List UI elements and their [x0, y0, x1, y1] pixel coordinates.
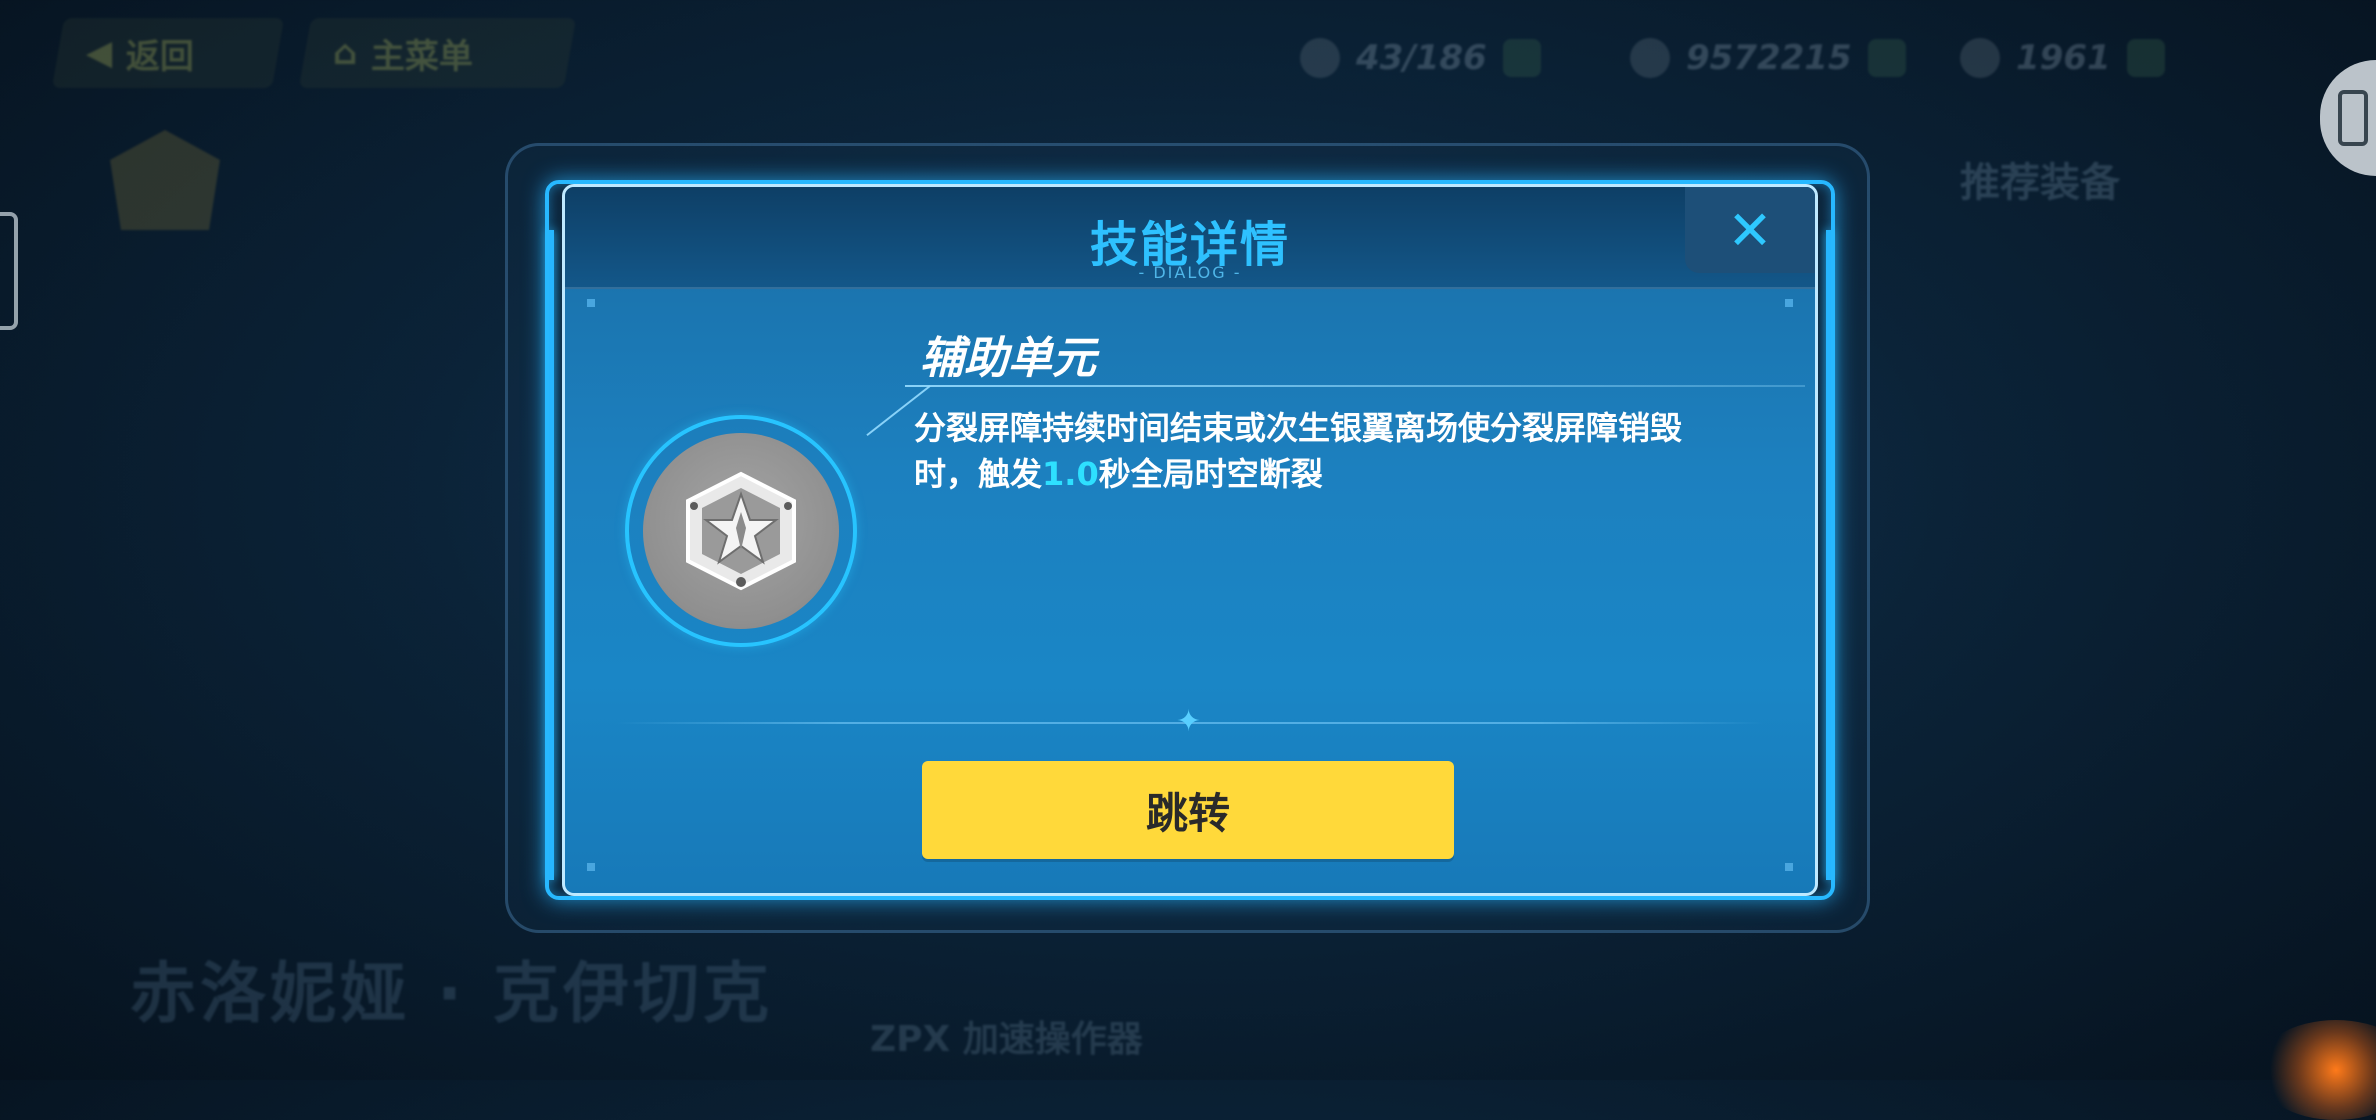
dialog-header: 技能详情 - DIALOG - ✕ [565, 187, 1815, 289]
corner-dot [587, 299, 595, 307]
home-icon: ⌂ [333, 33, 358, 73]
recommended-gear-title: 推荐装备 [1960, 160, 2120, 206]
close-button[interactable]: ✕ [1685, 187, 1815, 273]
close-icon: ✕ [1727, 198, 1773, 262]
crystal-icon [1960, 38, 2000, 78]
coin-icon [1630, 38, 1670, 78]
corner-dot [587, 863, 595, 871]
resource-stamina: 43/186 [1300, 30, 1541, 86]
corner-dot [1785, 299, 1793, 307]
skill-description: 分裂屏障持续时间结束或次生银翼离场使分裂屏障销毁时，触发1.0秒全局时空断裂 [914, 409, 1683, 493]
add-stamina-button[interactable] [1502, 39, 1541, 77]
decor-line [905, 385, 1805, 387]
shield-cube-icon [686, 471, 796, 591]
bottom-equipment-label: ZPX 加速操作器 [870, 1019, 1143, 1060]
character-name: 赤洛妮娅 · 克伊切克 [130, 955, 774, 1032]
sparkle-icon: ✦ [1176, 704, 1202, 739]
jump-button[interactable]: 跳转 [922, 761, 1454, 859]
skill-icon-disc [643, 433, 839, 629]
dialog-subtitle: - DIALOG - [1138, 263, 1242, 282]
left-edge-tab[interactable] [0, 212, 18, 330]
resource-coins: 9572215 [1630, 30, 1906, 86]
resource-crystals: 1961 [1960, 30, 2165, 86]
skill-detail-dialog: 技能详情 - DIALOG - ✕ 辅助单元 分裂屏障持续时间结束或次生银翼离场… [562, 184, 1818, 896]
skill-name: 辅助单元 [920, 333, 1096, 384]
stamina-icon [1300, 38, 1340, 78]
notebook-icon [2338, 90, 2368, 146]
back-button[interactable]: ◀ 返回 [51, 18, 285, 88]
back-arrow-icon: ◀ [86, 33, 113, 73]
corner-dot [1785, 863, 1793, 871]
rank-badge [110, 130, 220, 230]
add-crystals-button[interactable] [2126, 39, 2165, 77]
highlight-value: 1.0 [1042, 455, 1099, 493]
add-coins-button[interactable] [1867, 39, 1906, 77]
skill-icon-ring [625, 415, 857, 647]
main-menu-button[interactable]: ⌂ 主菜单 [298, 18, 577, 88]
